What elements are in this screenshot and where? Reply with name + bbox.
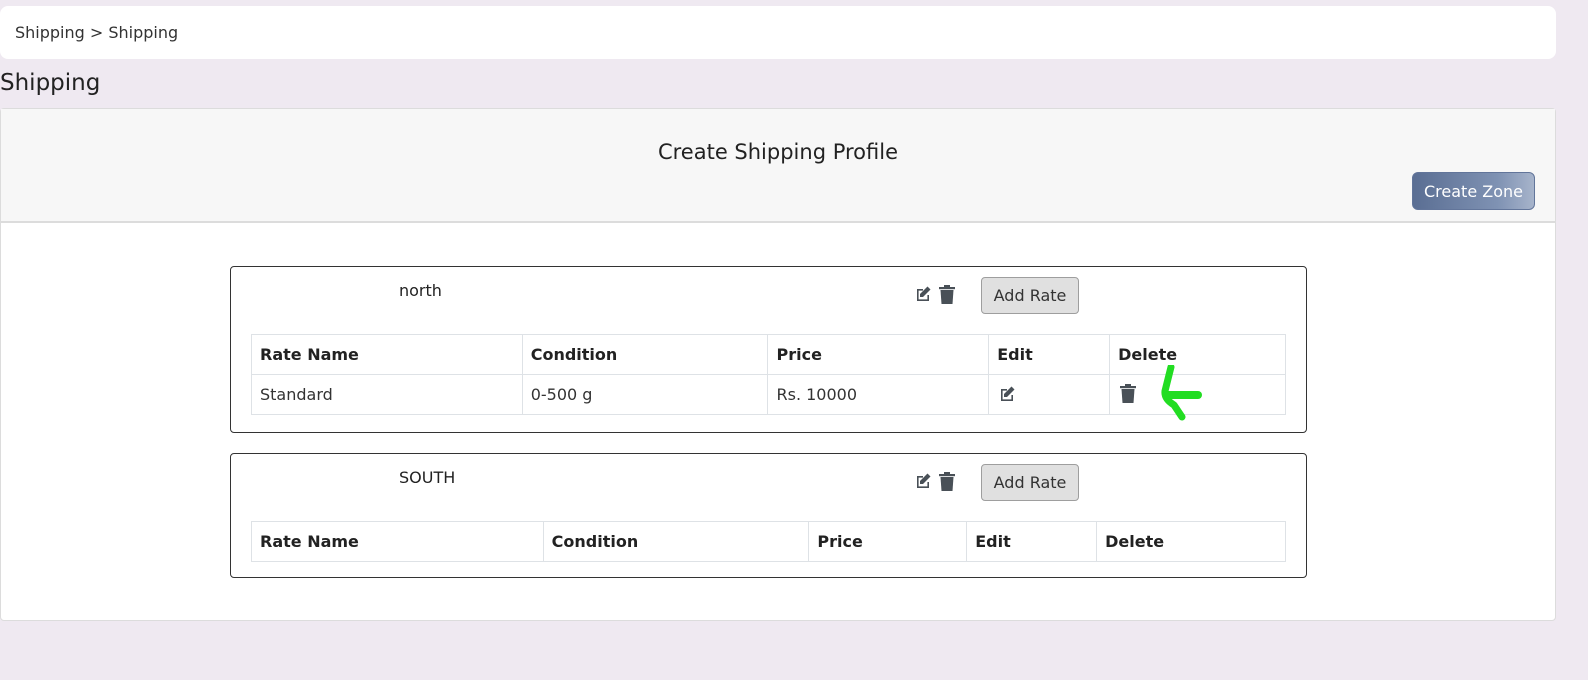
col-price: Price: [767, 334, 990, 375]
card-header: Create Shipping Profile Create Zone: [1, 109, 1555, 223]
zone-name: SOUTH: [399, 468, 456, 487]
edit-zone-icon[interactable]: [913, 283, 933, 305]
table-row: Standard 0-500 g Rs. 10000: [251, 374, 1286, 415]
delete-rate-icon[interactable]: [1118, 382, 1138, 404]
delete-zone-icon[interactable]: [937, 283, 957, 305]
col-rate-name: Rate Name: [251, 521, 544, 562]
price-cell: Rs. 10000: [767, 374, 990, 415]
breadcrumb-text: Shipping > Shipping: [15, 23, 179, 42]
zone-actions: [913, 470, 957, 492]
col-condition: Condition: [542, 521, 810, 562]
create-zone-button[interactable]: Create Zone: [1412, 172, 1535, 210]
zone-actions: [913, 283, 957, 305]
page-title: Shipping: [0, 70, 101, 96]
breadcrumb: Shipping > Shipping: [0, 6, 1556, 59]
zone-card-south: SOUTH Add Rate Rate Name Condition Price…: [230, 453, 1307, 578]
edit-rate-icon[interactable]: [997, 383, 1017, 405]
add-rate-button[interactable]: Add Rate: [981, 464, 1079, 501]
col-edit: Edit: [988, 334, 1111, 375]
rate-name-cell: Standard: [251, 374, 523, 415]
rates-table: Rate Name Condition Price Edit Delete St…: [251, 334, 1286, 415]
edit-zone-icon[interactable]: [913, 470, 933, 492]
zone-name: north: [399, 281, 442, 300]
col-delete: Delete: [1096, 521, 1286, 562]
annotation-arrow-icon: [1161, 365, 1202, 421]
rates-table: Rate Name Condition Price Edit Delete: [251, 521, 1286, 562]
col-rate-name: Rate Name: [251, 334, 523, 375]
add-rate-button[interactable]: Add Rate: [981, 277, 1079, 314]
table-header-row: Rate Name Condition Price Edit Delete: [251, 334, 1286, 375]
table-header-row: Rate Name Condition Price Edit Delete: [251, 521, 1286, 562]
col-condition: Condition: [521, 334, 769, 375]
zone-card-north: north Add Rate Rate Name Condition Price…: [230, 266, 1307, 433]
edit-cell: [988, 374, 1111, 415]
col-edit: Edit: [966, 521, 1098, 562]
condition-cell: 0-500 g: [521, 374, 769, 415]
delete-zone-icon[interactable]: [937, 470, 957, 492]
card-title: Create Shipping Profile: [657, 140, 899, 164]
col-price: Price: [808, 521, 968, 562]
